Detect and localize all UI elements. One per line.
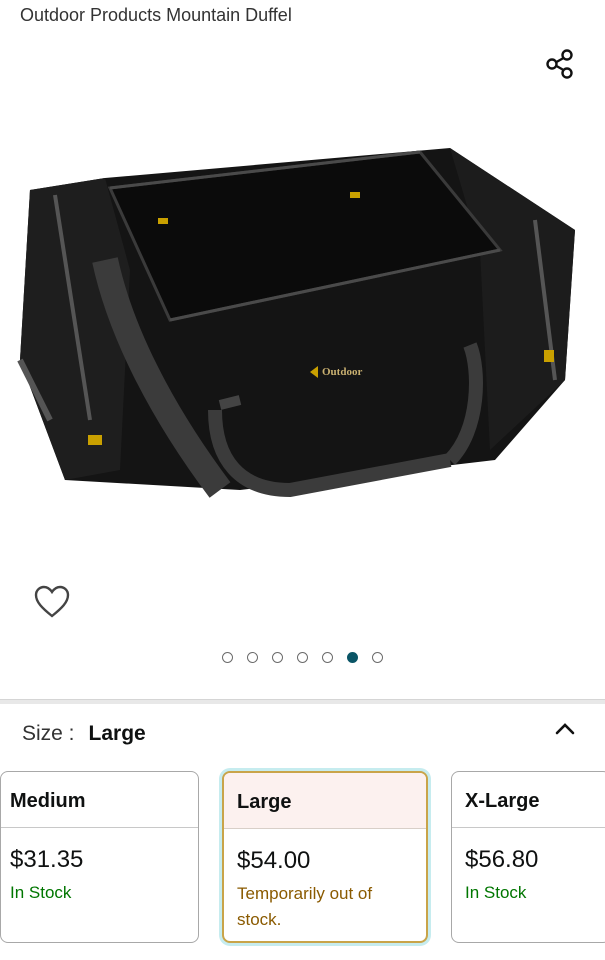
option-name: Large (224, 773, 426, 829)
chevron-up-icon (555, 723, 575, 735)
section-divider (0, 699, 605, 704)
size-label: Size : (22, 722, 75, 745)
option-price: $54.00 (237, 847, 311, 874)
carousel-dot[interactable] (322, 652, 333, 663)
product-title: Outdoor Products Mountain Duffel (20, 5, 292, 25)
option-price: $56.80 (465, 846, 539, 873)
favorite-button[interactable] (30, 580, 74, 624)
selected-size: Large (88, 722, 146, 745)
share-button[interactable] (540, 44, 580, 84)
carousel-dot[interactable] (272, 652, 283, 663)
heart-icon (34, 585, 70, 618)
carousel-dots (0, 652, 605, 663)
option-price: $31.35 (10, 846, 84, 873)
duffel-bag-image: Outdoor (17, 148, 575, 498)
share-icon (546, 49, 573, 79)
svg-text:Outdoor: Outdoor (322, 366, 362, 378)
option-name: X-Large (452, 772, 605, 828)
product-image[interactable]: Outdoor (10, 130, 600, 540)
carousel-dot[interactable] (247, 652, 258, 663)
option-stock: In Stock (465, 883, 527, 902)
size-option-x-large[interactable]: X-Large $56.80 In Stock (451, 771, 605, 943)
collapse-button[interactable] (550, 714, 580, 744)
size-option-large[interactable]: Large $54.00 Temporarily out of stock. (222, 771, 428, 943)
size-option-medium[interactable]: Medium $31.35 In Stock (0, 771, 199, 943)
carousel-dot[interactable] (372, 652, 383, 663)
option-stock: In Stock (10, 883, 72, 902)
carousel-dot[interactable] (347, 652, 358, 663)
carousel-dot[interactable] (297, 652, 308, 663)
option-name: Medium (1, 772, 198, 828)
size-selector: Size : Large (22, 722, 146, 746)
option-stock: Temporarily out of stock. (237, 884, 373, 929)
carousel-dot[interactable] (222, 652, 233, 663)
